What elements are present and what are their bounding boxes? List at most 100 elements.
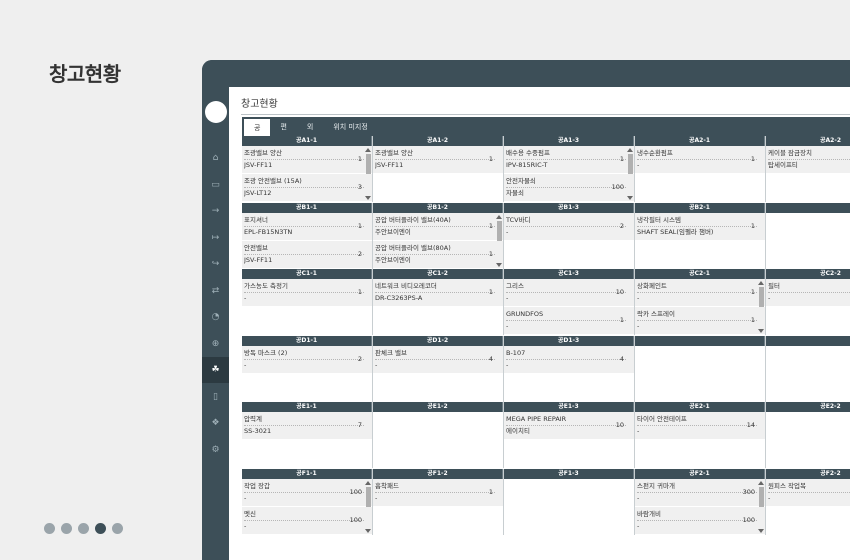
inventory-item[interactable]: 조광 안전밸브 (15A) JSV-LT12 3 xyxy=(242,174,372,202)
sign-in-icon[interactable]: → xyxy=(202,198,229,224)
scrollbar[interactable] xyxy=(626,146,634,202)
location-cell[interactable]: 공A1-1 조광밸브 양산 JSV-FF11 1 조광 안전밸브 (15A) JSV-LT… xyxy=(242,136,373,202)
location-cell[interactable] xyxy=(766,202,850,269)
scrollbar[interactable] xyxy=(364,479,372,535)
scroll-down-icon[interactable] xyxy=(365,196,371,200)
chart-pie-icon[interactable]: ◔ xyxy=(202,304,229,330)
inventory-item[interactable]: 바람개비 -100 xyxy=(635,507,765,535)
inventory-item[interactable]: 안전자물쇠 자물쇠 100 xyxy=(504,174,634,202)
location-cell[interactable]: 공C1-3 그리스 -10 GRUNDFOS -1 xyxy=(504,269,635,336)
inventory-item[interactable]: 공압 버터플라이 밸브(80A) 주안브이엔이 1 xyxy=(373,240,503,269)
slide-dot[interactable] xyxy=(78,523,89,534)
inventory-item[interactable]: TCV바디 -2 xyxy=(504,212,634,241)
location-cell[interactable]: 공A1-2 조광밸브 양산 JSV-FF11 1 xyxy=(373,136,504,202)
inventory-item[interactable]: 가스농도 측정기 -1 xyxy=(242,279,372,308)
tab-1[interactable]: 편 xyxy=(270,117,296,136)
inbox-icon[interactable]: ▭ xyxy=(202,172,229,198)
location-cell[interactable] xyxy=(766,335,850,402)
scroll-up-icon[interactable] xyxy=(758,281,764,286)
inventory-item[interactable]: 흡착패드 -1 xyxy=(373,479,503,507)
location-cell[interactable]: 공C2-2 필터 - xyxy=(766,269,850,336)
location-cell[interactable]: 공D1-1 방독 마스크 (2) -2 xyxy=(242,335,373,402)
location-cell[interactable]: 공E1-3 MEGA PIPE REPAIR 에이치티 10 xyxy=(504,402,635,469)
scroll-thumb[interactable] xyxy=(759,287,764,308)
scroll-up-icon[interactable] xyxy=(365,148,371,152)
scrollbar[interactable] xyxy=(757,279,765,335)
location-cell[interactable]: 공E1-2 xyxy=(373,402,504,469)
tab-0[interactable]: 공 xyxy=(244,119,271,136)
scroll-thumb[interactable] xyxy=(628,154,633,174)
inventory-item[interactable]: 조광밸브 양산 JSV-FF11 1 xyxy=(373,146,503,174)
search-plus-icon[interactable]: ⊕ xyxy=(202,331,229,357)
location-cell[interactable]: 공E2-2 xyxy=(766,402,850,469)
tab-3[interactable]: 위치 미지정 xyxy=(323,117,377,136)
location-cell[interactable]: 공F2-1 스펀지 귀마개 -300 바람개비 -100 xyxy=(635,469,766,535)
slide-dot[interactable] xyxy=(44,523,55,534)
scrollbar[interactable] xyxy=(364,146,372,202)
inventory-item[interactable]: MEGA PIPE REPAIR 에이치티 10 xyxy=(504,412,634,441)
location-cell[interactable]: 공C2-1 상화페인트 -1 락카 스프레이 -1 xyxy=(635,269,766,336)
scroll-thumb[interactable] xyxy=(366,154,371,174)
location-cell[interactable]: 공B1-1 표지셔너 EPL-FB15N3TN 1 안전밸브 JSV-FF11 2 xyxy=(242,202,373,269)
inventory-item[interactable]: 배수용 수중펌프 IPV-815RIC-T 1 xyxy=(504,146,634,174)
inventory-item[interactable]: 작업 장갑 -100 xyxy=(242,479,372,507)
scroll-down-icon[interactable] xyxy=(365,529,371,533)
inventory-item[interactable]: 그리스 -10 xyxy=(504,279,634,308)
avatar[interactable] xyxy=(205,101,227,123)
location-cell[interactable]: 공A2-2 케이블 잠금장치 탑세이프티 xyxy=(766,136,850,202)
inventory-item[interactable]: 락카 스프레이 -1 xyxy=(635,307,765,336)
inventory-item[interactable]: 표지셔너 EPL-FB15N3TN 1 xyxy=(242,212,372,241)
inventory-item[interactable]: GRUNDFOS -1 xyxy=(504,307,634,336)
cubes-icon[interactable]: ☘ xyxy=(202,357,229,383)
scrollbar[interactable] xyxy=(757,479,765,535)
location-cell[interactable]: 공F1-2 흡착패드 -1 xyxy=(373,469,504,535)
inventory-item[interactable]: 판체크 밸브 -4 xyxy=(373,345,503,374)
inventory-item[interactable]: 안전밸브 JSV-FF11 2 xyxy=(242,240,372,269)
location-cell[interactable]: 공F2-2 원피스 작업복 - xyxy=(766,469,850,535)
inventory-item[interactable]: 스펀지 귀마개 -300 xyxy=(635,479,765,507)
inventory-item[interactable]: 원피스 작업복 - xyxy=(766,479,850,507)
inventory-item[interactable]: 공압 버터플라이 밸브(40A) 주안브이엔이 1 xyxy=(373,212,503,241)
inventory-item[interactable]: 타이어 안전테이프 -14 xyxy=(635,412,765,441)
location-cell[interactable]: 공E2-1 타이어 안전테이프 -14 xyxy=(635,402,766,469)
scroll-down-icon[interactable] xyxy=(758,329,764,334)
inventory-item[interactable]: 케이블 잠금장치 탑세이프티 xyxy=(766,146,850,174)
scroll-thumb[interactable] xyxy=(759,487,764,507)
sign-out-alt-icon[interactable]: ↪ xyxy=(202,251,229,277)
location-cell[interactable]: 공C1-1 가스농도 측정기 -1 xyxy=(242,269,373,336)
home-icon[interactable]: ⌂ xyxy=(202,145,229,171)
file-icon[interactable]: ▯ xyxy=(202,384,229,410)
location-cell[interactable]: 공B1-3 TCV바디 -2 xyxy=(504,202,635,269)
scroll-up-icon[interactable] xyxy=(496,214,502,219)
location-cell[interactable]: 공E1-1 압력계 SS-3021 7 xyxy=(242,402,373,469)
inventory-item[interactable]: B-107-4 xyxy=(504,345,634,374)
location-cell[interactable]: 공B2-1 냉각필터 시스템 SHAFT SEAL(임펠라 챔버) 1 xyxy=(635,202,766,269)
location-cell[interactable]: 공F1-3 xyxy=(504,469,635,535)
scroll-thumb[interactable] xyxy=(497,220,502,241)
inventory-item[interactable]: 냉수순환펌프 -1 xyxy=(635,146,765,174)
sign-out-icon[interactable]: ↦ xyxy=(202,225,229,251)
inventory-item[interactable]: 냉각필터 시스템 SHAFT SEAL(임펠라 챔버) 1 xyxy=(635,212,765,241)
scroll-up-icon[interactable] xyxy=(758,481,764,485)
slide-dot[interactable] xyxy=(95,523,106,534)
location-cell[interactable]: 공F1-1 작업 장갑 -100 멧신 -100 xyxy=(242,469,373,535)
inventory-item[interactable]: 상화페인트 -1 xyxy=(635,279,765,308)
scrollbar[interactable] xyxy=(495,213,503,269)
location-cell[interactable]: 공C1-2 네트워크 비디오레코더 DR-C3263PS-A 1 xyxy=(373,269,504,336)
slide-dot[interactable] xyxy=(112,523,123,534)
scroll-up-icon[interactable] xyxy=(627,148,633,152)
dropbox-icon[interactable]: ❖ xyxy=(202,410,229,436)
location-cell[interactable]: 공A1-3 배수용 수중펌프 IPV-815RIC-T 1 안전자물쇠 자물쇠 100 xyxy=(504,136,635,202)
scroll-down-icon[interactable] xyxy=(496,262,502,267)
scroll-up-icon[interactable] xyxy=(365,481,371,485)
location-cell[interactable]: 공A2-1 냉수순환펌프 -1 xyxy=(635,136,766,202)
inventory-item[interactable]: 조광밸브 양산 JSV-FF11 1 xyxy=(242,146,372,174)
inventory-item[interactable]: 멧신 -100 xyxy=(242,507,372,535)
scroll-down-icon[interactable] xyxy=(758,529,764,533)
gear-icon[interactable]: ⚙ xyxy=(202,437,229,463)
location-cell[interactable]: 공D1-3 B-107-4 xyxy=(504,335,635,402)
location-cell[interactable] xyxy=(635,335,766,402)
location-cell[interactable]: 공B1-2 공압 버터플라이 밸브(40A) 주안브이엔이 1 공압 버터플라이 밸브(… xyxy=(373,202,504,269)
exchange-icon[interactable]: ⇄ xyxy=(202,278,229,304)
inventory-item[interactable]: 압력계 SS-3021 7 xyxy=(242,412,372,441)
